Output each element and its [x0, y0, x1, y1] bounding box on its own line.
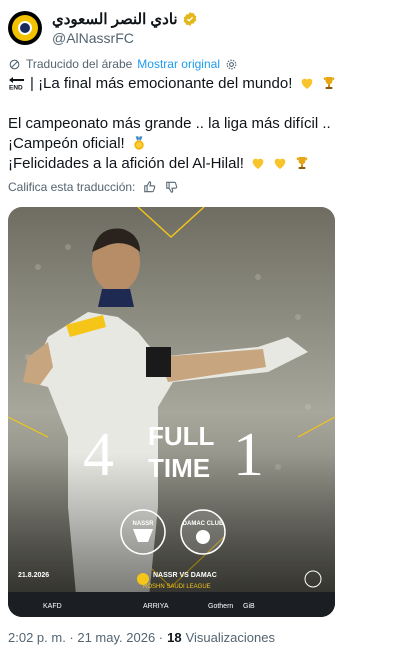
match-result-graphic: 4 FULL TIME 1 NASSR DAMAC CLUB 21.8.2026…: [8, 207, 335, 617]
timestamp[interactable]: 2:02 p. m. · 21 may. 2026 ·: [8, 630, 163, 645]
gear-icon[interactable]: [225, 58, 238, 71]
yellow-heart-icon: [274, 158, 286, 169]
tweet-text: END | ¡La final más emocionante del mund…: [8, 74, 396, 174]
rate-label: Califica esta traducción:: [8, 180, 136, 194]
translation-notice: Traducido del árabe Mostrar original: [8, 57, 238, 71]
translate-icon: [9, 59, 20, 69]
views-count: 18: [167, 630, 182, 645]
sponsor-2: ARRIYA: [143, 603, 169, 610]
handle[interactable]: @AlNassrFC: [52, 30, 198, 46]
yellow-heart-icon: [252, 158, 264, 169]
yellow-heart-icon: [301, 78, 312, 89]
tweet-header: نادي النصر السعودي @AlNassrFC: [8, 8, 396, 48]
thumbs-up-icon[interactable]: [143, 180, 157, 194]
avatar[interactable]: [8, 11, 42, 45]
views-label: Visualizaciones: [185, 630, 275, 645]
tweet-media-image[interactable]: 4 FULL TIME 1 NASSR DAMAC CLUB 21.8.2026…: [8, 207, 335, 617]
sponsor-4: GiB: [243, 603, 255, 610]
tweet-line-1: | ¡La final más emocionante del mundo!: [30, 75, 293, 92]
tweet-line-2: El campeonato más grande .. la liga más …: [8, 115, 331, 132]
svg-text:END: END: [9, 85, 23, 91]
sponsor-1: KAFD: [43, 603, 62, 610]
tweet-line-3: ¡Campeón oficial!: [8, 135, 125, 152]
trophy-icon: [297, 157, 308, 169]
show-original-link[interactable]: Mostrar original: [137, 57, 220, 71]
svg-text:NASSR: NASSR: [132, 521, 154, 527]
verified-badge-icon: [183, 12, 196, 26]
account-names: نادي النصر السعودي @AlNassrFC: [52, 10, 198, 46]
home-score: 4: [83, 421, 114, 489]
match-title: NASSR VS DAMAC: [153, 572, 217, 579]
svg-text:DAMAC CLUB: DAMAC CLUB: [183, 521, 224, 527]
display-name[interactable]: نادي النصر السعودي: [52, 10, 178, 28]
sponsor-3: Gothern: [208, 603, 233, 610]
gold-medal-icon: [134, 136, 144, 150]
end-arrow-icon: END: [9, 77, 24, 91]
league-name: ROSHN SAUDI LEAGUE: [143, 584, 211, 590]
match-date: 21.8.2026: [18, 572, 49, 579]
away-club-crest: DAMAC CLUB: [180, 509, 226, 555]
away-score: 1: [233, 421, 264, 489]
trophy-icon: [323, 77, 335, 89]
translated-label: Traducido del árabe: [26, 57, 133, 71]
rate-translation: Califica esta traducción:: [8, 180, 179, 194]
status-full: FULL: [148, 421, 215, 451]
tweet-footer: 2:02 p. m. · 21 may. 2026 · 18 Visualiza…: [8, 630, 275, 645]
thumbs-down-icon[interactable]: [165, 180, 179, 194]
tweet-line-4: ¡Felicidades a la afición del Al-Hilal!: [8, 155, 244, 172]
status-time: TIME: [148, 453, 210, 483]
